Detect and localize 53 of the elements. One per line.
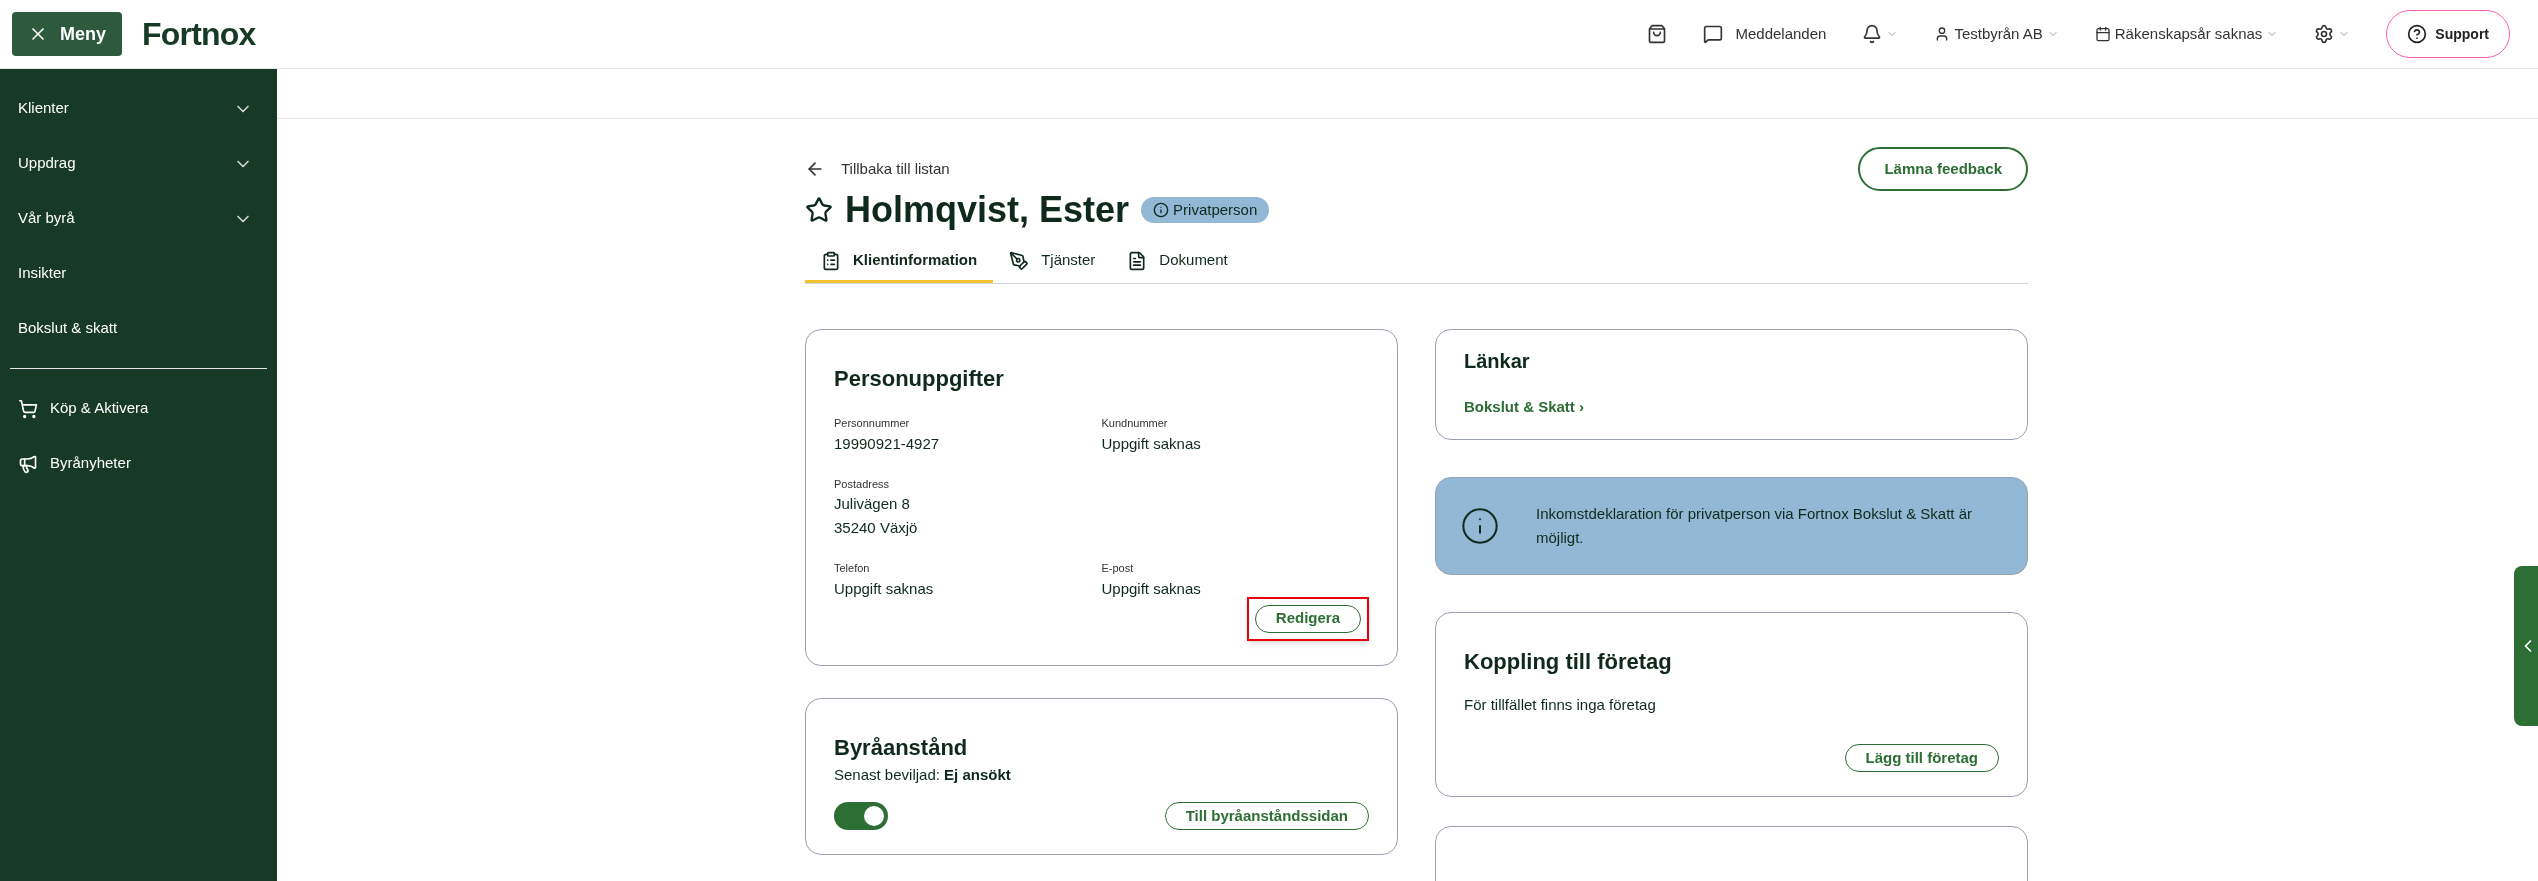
menu-button[interactable]: Meny xyxy=(12,12,122,56)
logo: Fortnox xyxy=(142,15,256,54)
card-title: Byråanstånd xyxy=(834,733,969,762)
company-menu[interactable]: Testbyrån AB xyxy=(1934,22,2059,46)
field-label: Telefon xyxy=(834,561,871,576)
clipboard-icon xyxy=(821,250,841,271)
type-badge: Privatperson xyxy=(1141,196,1270,224)
field-value: 19990921-4927 xyxy=(834,433,941,454)
document-icon xyxy=(1127,250,1148,271)
help-icon xyxy=(2407,24,2428,44)
card-title: Länkar xyxy=(1464,349,1531,374)
sidebar-item[interactable]: Vår byrå xyxy=(0,191,277,246)
star-icon[interactable] xyxy=(805,196,833,224)
empty-text: För tillfället finns inga företag xyxy=(1464,694,1657,715)
tab[interactable]: Dokument xyxy=(1111,241,1244,283)
card-title: Koppling till företag xyxy=(1464,647,1673,676)
link[interactable]: Bokslut & Skatt › xyxy=(1464,396,1999,419)
feedback-button[interactable]: Lämna feedback xyxy=(1858,147,2028,191)
settings-icon[interactable] xyxy=(2314,24,2335,44)
field-value: Uppgift saknas xyxy=(1101,578,1202,599)
calendar-icon xyxy=(2094,26,2111,42)
field-label: Personnummer xyxy=(834,416,911,431)
sidebar-item[interactable]: Köp & Aktivera xyxy=(0,381,277,436)
messages-link[interactable]: Meddelanden xyxy=(1703,22,1827,46)
field-label: E-post xyxy=(1101,561,1135,576)
field-label: Kundnummer xyxy=(1101,416,1169,431)
field-label: Postadress xyxy=(834,476,891,492)
tab[interactable]: Tjänster xyxy=(993,241,1112,283)
fiscal-year-menu[interactable]: Räkenskapsår saknas xyxy=(2094,22,2279,46)
tab[interactable]: Klientinformation xyxy=(805,241,994,283)
card-title: Personuppgifter xyxy=(834,365,1005,393)
megaphone-icon xyxy=(18,453,38,474)
cart-icon xyxy=(18,398,38,419)
field-value: Uppgift saknas xyxy=(1101,433,1202,454)
deferral-status: Senast beviljad: Ej ansökt xyxy=(834,764,1012,785)
field-value: Uppgift saknas xyxy=(834,578,935,599)
back-link[interactable]: Tillbaka till listan xyxy=(805,157,950,181)
bell-icon[interactable] xyxy=(1862,24,1883,44)
bag-icon[interactable] xyxy=(1647,24,1668,44)
message-icon xyxy=(1703,24,1724,44)
info-icon xyxy=(1460,505,1500,546)
toggle-switch[interactable] xyxy=(834,802,888,830)
side-panel-handle[interactable] xyxy=(2514,566,2538,726)
sidebar-item[interactable]: Uppdrag xyxy=(0,136,277,191)
info-text: Inkomstdeklaration för privatperson via Fortnox Bokslut & Skatt är möjligt. xyxy=(1536,503,1974,548)
client-name: Holmqvist, Ester xyxy=(845,188,1130,232)
sidebar-item[interactable]: Insikter xyxy=(0,246,277,301)
sidebar-item[interactable]: Klienter xyxy=(0,81,277,136)
sidebar-item[interactable]: Bokslut & skatt xyxy=(0,301,277,356)
field-value: 35240 Växjö xyxy=(834,518,919,538)
sidebar-item[interactable]: Byrånyheter xyxy=(0,436,277,491)
pen-icon xyxy=(1009,250,1030,271)
field-value: Julivägen 8 xyxy=(834,494,911,514)
